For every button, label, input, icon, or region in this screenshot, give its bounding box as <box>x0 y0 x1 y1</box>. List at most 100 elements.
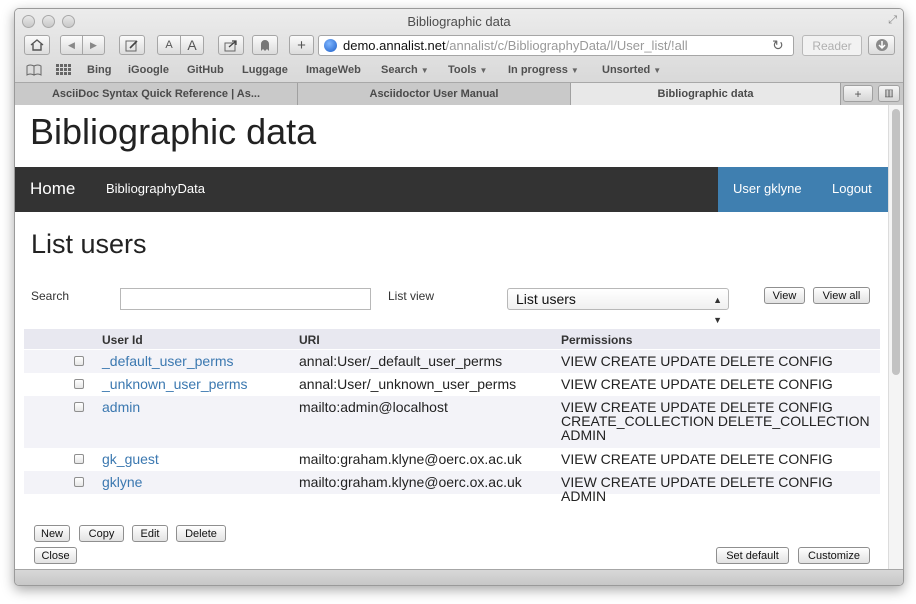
table-row: gk_guest mailto:graham.klyne@oerc.ox.ac.… <box>24 448 880 471</box>
user-uri: mailto:graham.klyne@oerc.ox.ac.uk <box>299 474 522 490</box>
nav-collection-link[interactable]: BibliographyData <box>106 181 205 196</box>
list-view-label: List view <box>388 289 435 303</box>
bookmark-igoogle[interactable]: iGoogle <box>128 64 169 76</box>
view-all-button[interactable]: View all <box>813 287 870 304</box>
table-header: User Id URI Permissions <box>24 329 880 349</box>
edit-bookmarks-button[interactable] <box>119 35 145 55</box>
bookmark-folder-unsorted[interactable]: Unsorted ▼ <box>602 64 661 76</box>
navbar: Home BibliographyData User gklyne Logout <box>15 167 888 212</box>
column-header-uri: URI <box>299 333 320 347</box>
bookmarks-bar: Bing iGoogle GitHub Luggage ImageWeb Sea… <box>15 62 903 80</box>
window-title: Bibliographic data <box>407 14 511 29</box>
search-label: Search <box>31 289 70 303</box>
user-permissions: VIEW CREATE UPDATE DELETE CONFIG ADMIN <box>561 474 833 504</box>
back-button[interactable]: ◀ <box>60 35 83 55</box>
new-tab-plus-button[interactable]: + <box>843 85 873 102</box>
pencil-icon <box>125 39 138 51</box>
table-row: gklyne mailto:graham.klyne@oerc.ox.ac.uk… <box>24 471 880 503</box>
table-row: _default_user_perms annal:User/_default_… <box>24 350 880 373</box>
user-id-link[interactable]: gk_guest <box>102 452 159 466</box>
bookmark-imageweb[interactable]: ImageWeb <box>306 64 361 76</box>
back-arrow-icon: ◀ <box>68 39 75 50</box>
bookmark-luggage[interactable]: Luggage <box>242 64 288 76</box>
downloads-button[interactable] <box>868 35 895 55</box>
address-host: demo.annalist.net <box>343 38 446 53</box>
fullscreen-icon[interactable]: ⤢ <box>888 14 897 27</box>
address-path: /annalist/c/BibliographyData/l/User_list… <box>445 38 688 53</box>
increase-font-button[interactable]: A <box>180 35 204 55</box>
user-id-link[interactable]: gklyne <box>102 475 142 489</box>
bookmark-bing[interactable]: Bing <box>87 64 111 76</box>
dropdown-caret-icon: ▲ ▼ <box>713 295 722 325</box>
list-view-select[interactable]: List users ▲ ▼ <box>507 288 729 325</box>
row-select-checkbox[interactable] <box>74 379 84 389</box>
ghostery-button[interactable] <box>252 35 278 55</box>
forward-arrow-icon: ▶ <box>90 39 97 50</box>
forward-button[interactable]: ▶ <box>82 35 105 55</box>
reload-icon[interactable]: ↻ <box>772 37 784 54</box>
delete-button[interactable]: Delete <box>176 525 226 542</box>
tab-asciidoc-reference[interactable]: AsciiDoc Syntax Quick Reference | As... <box>15 83 298 105</box>
browser-chrome: Bibliographic data ⤢ ◀ ▶ A A + demo.anna… <box>15 9 903 89</box>
tab-bibliographic-data[interactable]: Bibliographic data <box>571 83 841 105</box>
tab-asciidoctor-manual[interactable]: Asciidoctor User Manual <box>298 83 571 105</box>
user-uri: mailto:admin@localhost <box>299 399 448 415</box>
user-id-link[interactable]: _default_user_perms <box>102 354 234 368</box>
user-permissions: VIEW CREATE UPDATE DELETE CONFIG <box>561 376 833 392</box>
share-icon <box>224 39 237 51</box>
chevron-down-icon: ▼ <box>570 66 579 75</box>
bookmark-folder-search[interactable]: Search ▼ <box>381 64 429 76</box>
scrollbar-thumb[interactable] <box>892 109 900 375</box>
customize-button[interactable]: Customize <box>798 547 870 564</box>
row-select-checkbox[interactable] <box>74 454 84 464</box>
tab-bar: AsciiDoc Syntax Quick Reference | As... … <box>15 82 903 106</box>
close-button[interactable]: Close <box>34 547 77 564</box>
bookmark-folder-tools[interactable]: Tools ▼ <box>448 64 487 76</box>
address-bar[interactable]: demo.annalist.net/annalist/c/Bibliograph… <box>318 35 794 56</box>
view-button[interactable]: View <box>764 287 805 304</box>
home-icon <box>30 39 44 51</box>
reading-list-icon[interactable] <box>26 64 42 79</box>
user-id-link[interactable]: _unknown_user_perms <box>102 377 248 391</box>
table-row: _unknown_user_perms annal:User/_unknown_… <box>24 373 880 396</box>
chevron-down-icon: ▼ <box>653 66 662 75</box>
nav-user-link[interactable]: User gklyne <box>733 181 802 196</box>
set-default-button[interactable]: Set default <box>716 547 789 564</box>
nav-logout-link[interactable]: Logout <box>832 181 872 196</box>
table-row: admin mailto:admin@localhost VIEW CREATE… <box>24 396 880 448</box>
user-permissions: ADMIN <box>561 427 607 443</box>
user-uri: annal:User/_default_user_perms <box>299 353 503 369</box>
bookmark-github[interactable]: GitHub <box>187 64 224 76</box>
user-uri: annal:User/_unknown_user_perms <box>299 376 517 392</box>
browser-window: Bibliographic data ⤢ ◀ ▶ A A + demo.anna… <box>14 8 904 586</box>
user-permissions: VIEW CREATE UPDATE DELETE CONFIG <box>561 399 833 415</box>
reader-button[interactable]: Reader <box>802 35 862 56</box>
chevron-down-icon: ▼ <box>420 66 429 75</box>
home-button[interactable] <box>24 35 50 55</box>
user-id-link[interactable]: admin <box>102 400 140 414</box>
new-button[interactable]: New <box>34 525 70 542</box>
nav-user-area: User gklyne Logout <box>718 167 888 212</box>
share-button[interactable] <box>218 35 244 55</box>
row-select-checkbox[interactable] <box>74 356 84 366</box>
column-header-permissions: Permissions <box>561 333 633 347</box>
decrease-font-button[interactable]: A <box>157 35 181 55</box>
bookmark-folder-in-progress[interactable]: In progress ▼ <box>508 64 579 76</box>
site-title: Bibliographic data <box>30 111 317 152</box>
search-input[interactable] <box>120 288 371 310</box>
row-select-checkbox[interactable] <box>74 402 84 412</box>
copy-button[interactable]: Copy <box>79 525 124 542</box>
user-uri: mailto:graham.klyne@oerc.ox.ac.uk <box>299 451 522 467</box>
download-icon <box>875 39 888 51</box>
vertical-scrollbar[interactable] <box>888 105 903 569</box>
column-header-user-id: User Id <box>102 333 143 347</box>
row-select-checkbox[interactable] <box>74 477 84 487</box>
nav-home-link[interactable]: Home <box>30 179 75 199</box>
top-sites-icon[interactable] <box>56 64 71 79</box>
new-tab-button[interactable]: + <box>289 35 314 55</box>
user-permissions: CREATE_COLLECTION DELETE_COLLECTION <box>561 413 870 429</box>
edit-button[interactable]: Edit <box>132 525 168 542</box>
tab-overview-icon[interactable]: ▥ <box>878 85 900 102</box>
page-heading: List users <box>31 229 147 259</box>
globe-icon <box>324 39 337 52</box>
